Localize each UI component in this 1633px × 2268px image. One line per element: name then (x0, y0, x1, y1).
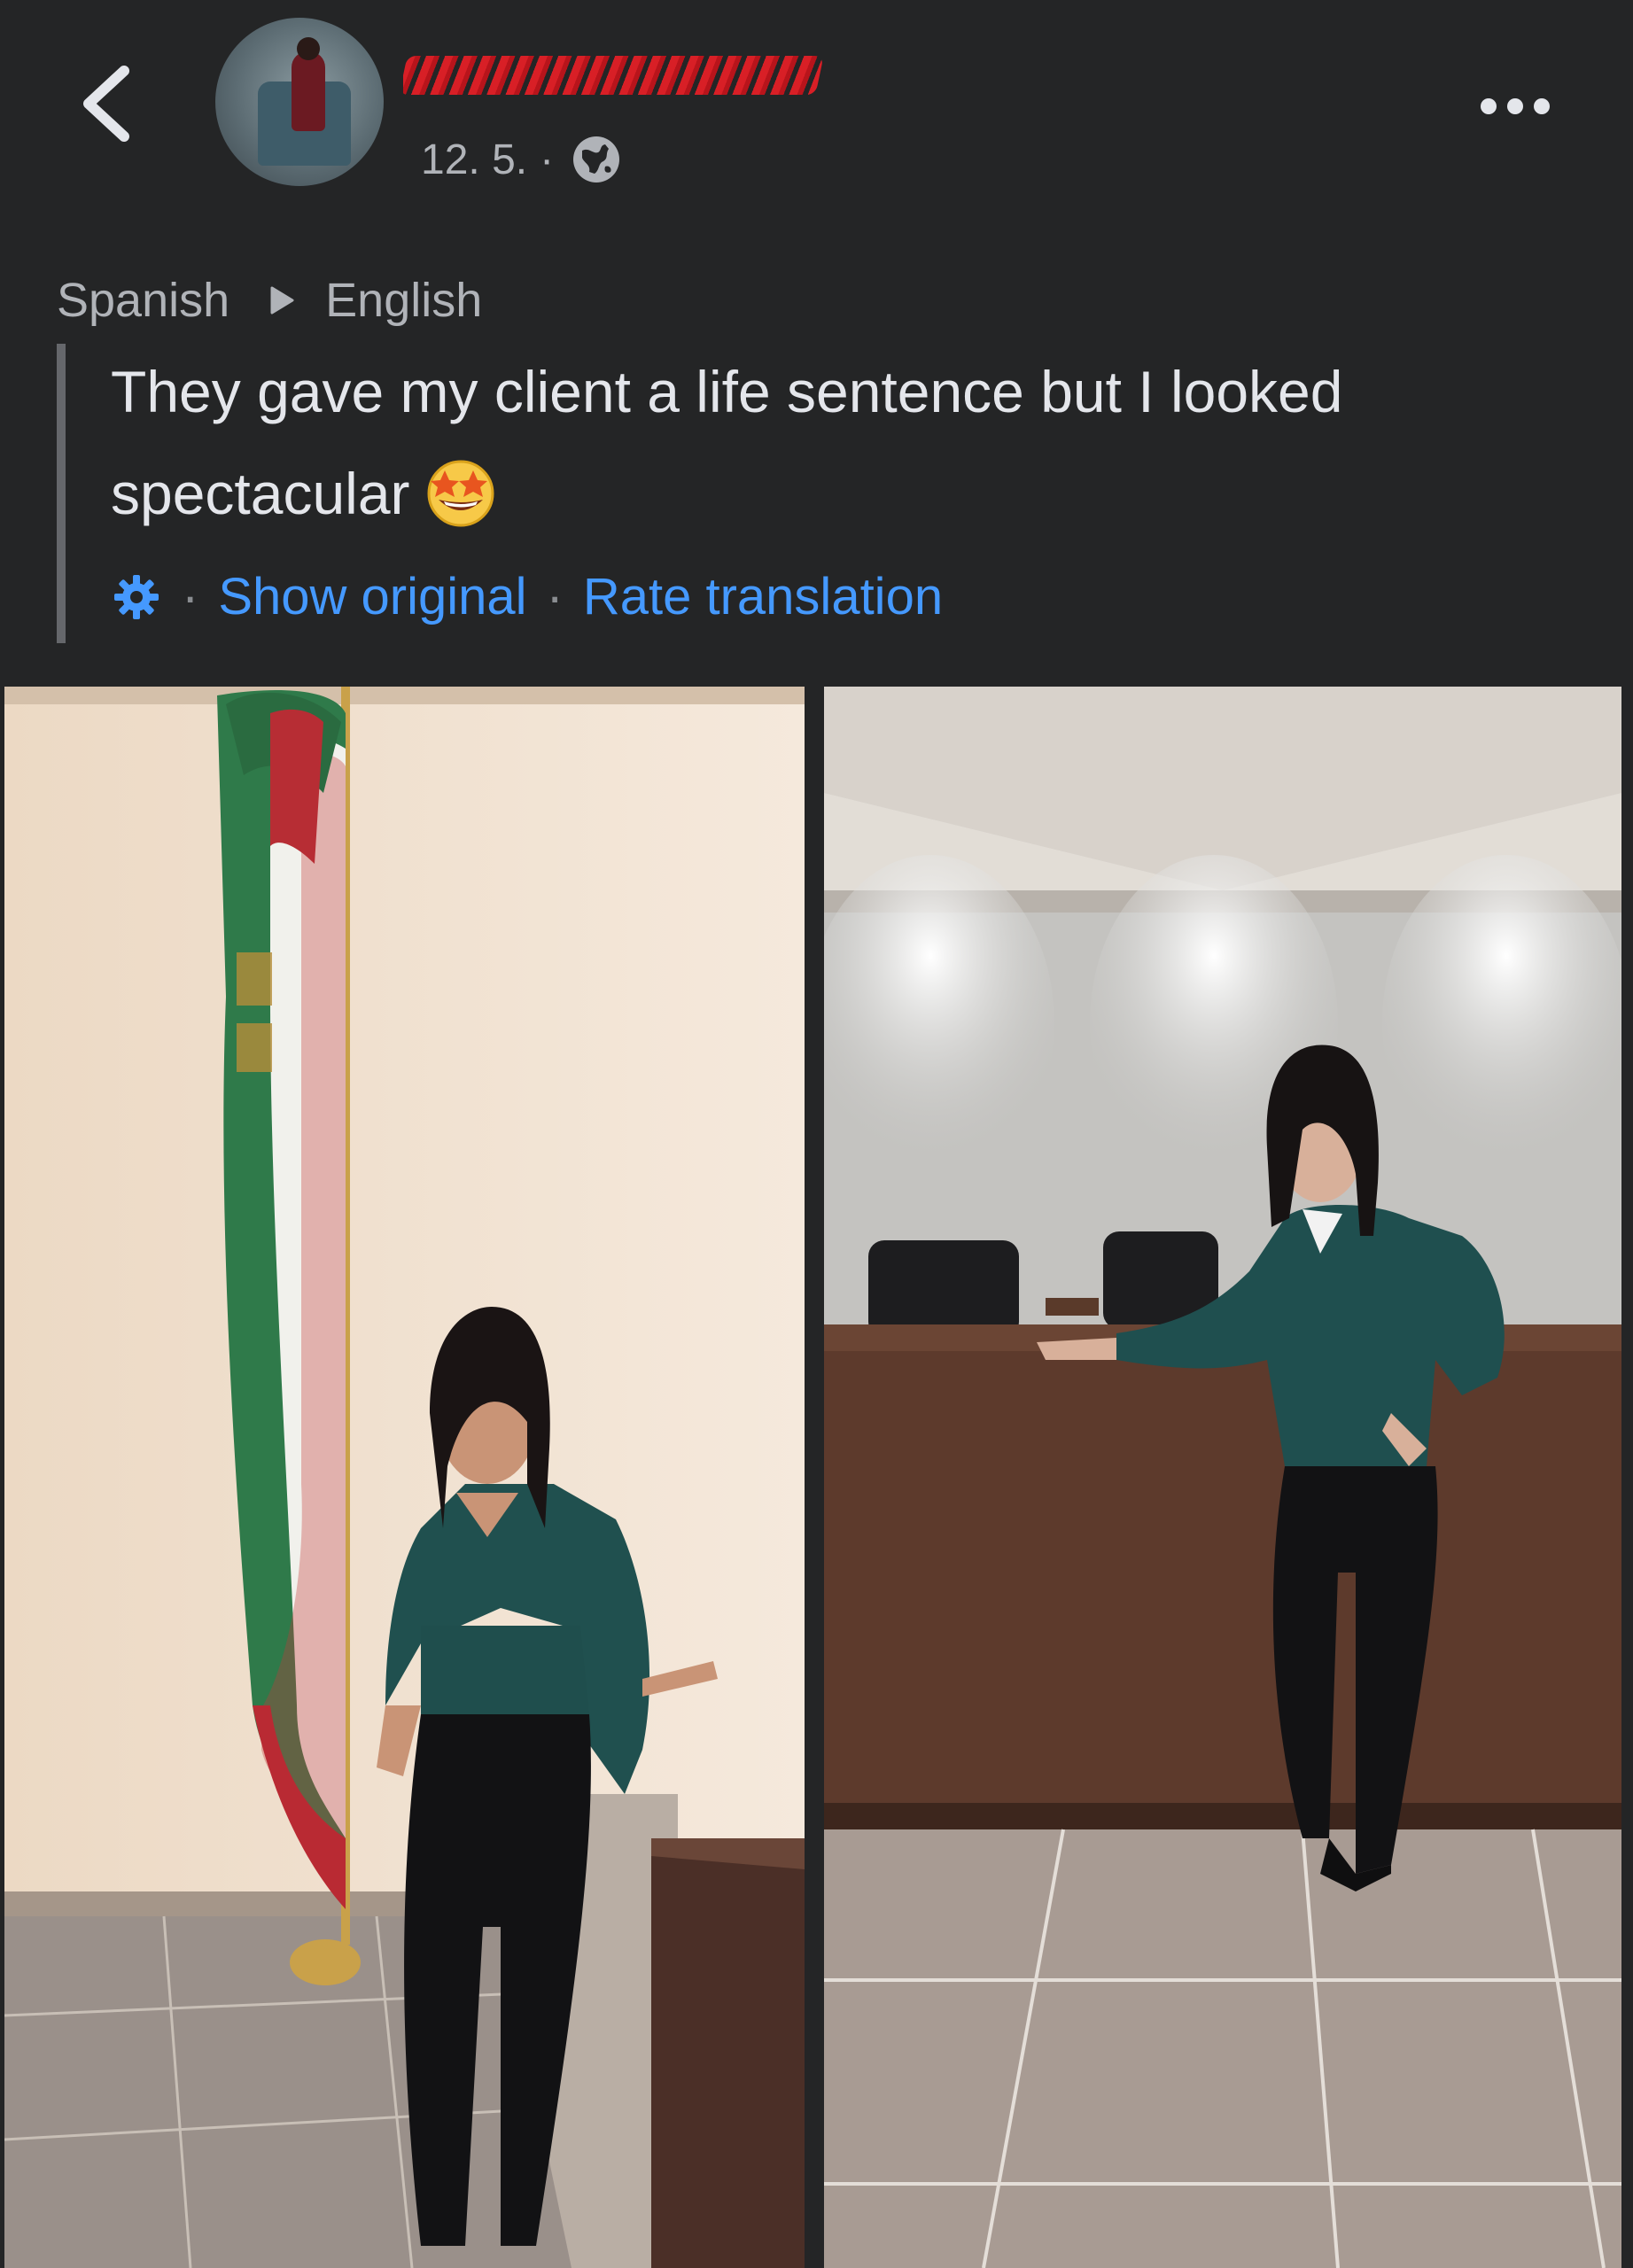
meta-separator: · (540, 136, 555, 183)
post-text: They gave my client a life sentence but … (111, 341, 1528, 545)
gear-icon[interactable] (111, 571, 162, 623)
photo-courtroom-flag[interactable] (4, 687, 805, 2268)
target-language: English (325, 274, 483, 327)
photo-courtroom-bench[interactable] (824, 687, 1621, 2268)
source-language: Spanish (57, 274, 230, 327)
username-redacted[interactable] (403, 40, 828, 111)
post-header: 12. 5. · (0, 0, 1633, 266)
chevron-left-icon (83, 66, 129, 142)
translation-quote-bar (57, 344, 66, 643)
more-horizontal-icon (1481, 98, 1550, 114)
post-meta: 12. 5. · (421, 133, 623, 186)
avatar[interactable] (215, 18, 384, 186)
actions-separator: · (546, 568, 564, 625)
photo-courtroom-bench-image (824, 687, 1621, 2268)
redaction-scribble (403, 56, 824, 95)
rate-translation-link[interactable]: Rate translation (583, 567, 943, 626)
avatar-person (292, 51, 325, 131)
more-button[interactable] (1471, 89, 1559, 124)
translation-label: Spanish English (57, 273, 482, 328)
star-struck-emoji-icon (427, 460, 494, 527)
show-original-link[interactable]: Show original (218, 567, 526, 626)
back-button[interactable] (73, 55, 144, 152)
photo-courtroom-flag-image (4, 687, 805, 2268)
play-triangle-icon (270, 286, 294, 315)
globe-icon (573, 136, 620, 183)
post-date: 12. 5. (421, 136, 528, 183)
avatar-head (297, 37, 320, 60)
actions-separator: · (182, 568, 199, 625)
translation-actions: · Show original · Rate translation (111, 567, 943, 626)
post-text-content: They gave my client a life sentence but … (111, 359, 1343, 526)
